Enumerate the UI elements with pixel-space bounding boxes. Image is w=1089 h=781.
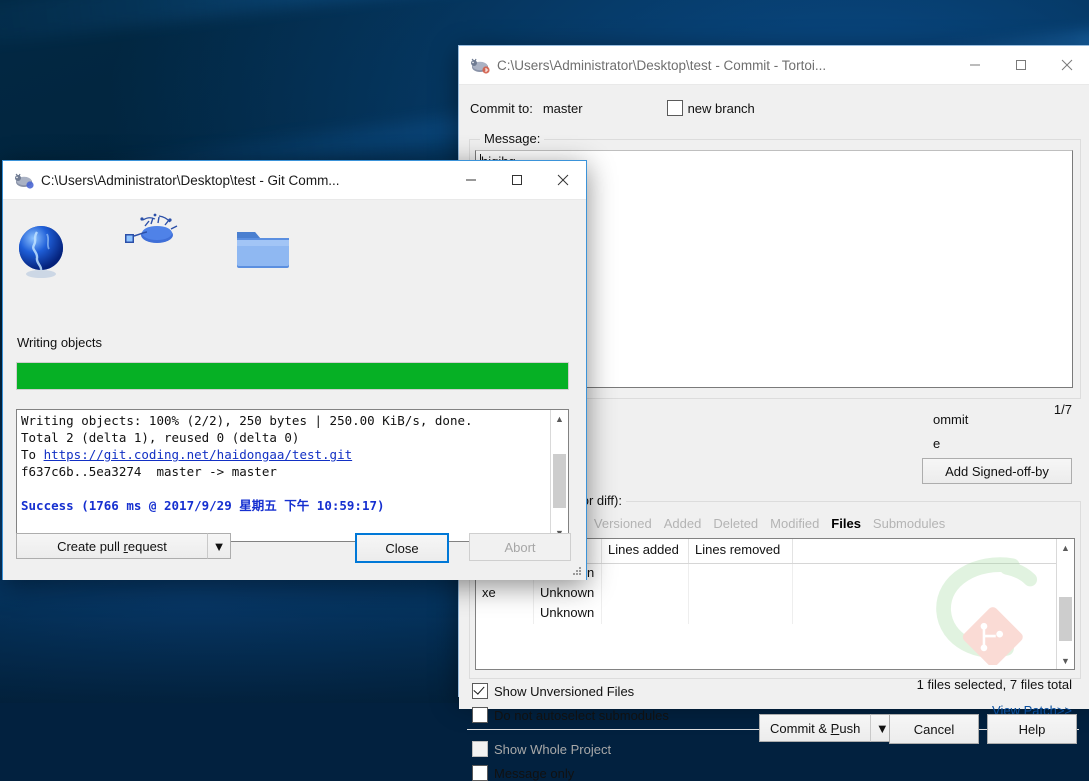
log-success-line: Success (1766 ms @ 2017/9/29 星期五 下午 10:5… [21, 498, 385, 513]
show-unversioned-files-checkbox[interactable]: Show Unversioned Files [472, 683, 634, 699]
scrollbar-thumb[interactable] [553, 454, 566, 508]
git-output-text: Writing objects: 100% (2/2), 250 bytes |… [17, 410, 568, 516]
create-pull-request-button[interactable]: Create pull request [16, 533, 207, 559]
tab-modified[interactable]: Modified [770, 516, 819, 531]
checkbox-box [472, 683, 488, 699]
close-icon[interactable] [1044, 46, 1089, 84]
show-whole-project-checkbox: Show Whole Project [472, 741, 611, 757]
progress-bar [16, 362, 569, 390]
progress-window-titlebar[interactable]: C:\Users\Administrator\Desktop\test - Gi… [3, 161, 586, 200]
tab-versioned[interactable]: Versioned [594, 516, 652, 531]
file-list-scrollbar[interactable]: ▲ ▼ [1056, 539, 1074, 669]
log-line-4: f637c6b..5ea3274 master -> master [21, 464, 277, 479]
table-row[interactable]: xe Unknown [476, 584, 1074, 604]
minimize-icon[interactable] [952, 46, 998, 84]
tab-deleted[interactable]: Deleted [713, 516, 758, 531]
message-group-label: Message: [480, 131, 545, 146]
progress-button-row: Create pull request ▼ Close Abort [3, 522, 586, 580]
cell-extension: xe [476, 584, 534, 604]
checkbox-box [666, 100, 683, 116]
cell-extension [476, 604, 534, 624]
globe-icon [19, 226, 63, 278]
scrollbar-thumb[interactable] [1059, 597, 1072, 641]
chevron-down-icon[interactable]: ▼ [207, 533, 231, 559]
close-icon[interactable] [540, 161, 586, 199]
scroll-up-icon[interactable]: ▲ [1057, 539, 1074, 556]
option-setdate-label: e [933, 435, 941, 451]
resize-grip-icon[interactable] [571, 565, 583, 577]
option-amend-label: ommit [933, 411, 969, 427]
commit-and-push-button[interactable]: Commit & Push [759, 714, 871, 742]
minimize-icon[interactable] [448, 161, 494, 199]
do-not-autoselect-submodules-label: Do not autoselect submodules [494, 707, 669, 723]
progress-status-text: Writing objects [17, 335, 103, 350]
commit-window-title: C:\Users\Administrator\Desktop\test - Co… [497, 57, 827, 73]
do-not-autoselect-submodules-checkbox[interactable]: Do not autoselect submodules [472, 707, 669, 723]
progress-window-body: Writing objects Writing objects: 100% (2… [3, 200, 586, 580]
network-transfer-icon [125, 213, 178, 243]
message-counter: 1/7 [1053, 402, 1072, 417]
checkbox-box [472, 707, 488, 723]
option-setdate[interactable]: e [927, 431, 968, 455]
commit-and-push-label: Commit & Push [770, 720, 861, 736]
log-line-3-prefix: To [21, 447, 44, 462]
create-pull-request-label: Create pull request [57, 538, 167, 554]
abort-button: Abort [469, 533, 571, 561]
checkbox-box [472, 765, 488, 781]
transfer-animation-row [3, 200, 586, 300]
commit-window-titlebar[interactable]: C:\Users\Administrator\Desktop\test - Co… [459, 46, 1089, 85]
scroll-down-icon[interactable]: ▼ [1057, 652, 1074, 669]
cell-lines-removed [689, 604, 793, 624]
tortoisegit-icon [469, 54, 491, 76]
cancel-button[interactable]: Cancel [889, 714, 979, 744]
help-button[interactable]: Help [987, 714, 1077, 744]
tab-submodules[interactable]: Submodules [873, 516, 945, 531]
commit-and-push-split-button[interactable]: Commit & Push ▼ [759, 714, 895, 742]
new-branch-checkbox[interactable]: new branch [666, 100, 755, 116]
cell-lines-removed [689, 564, 793, 584]
show-unversioned-files-label: Show Unversioned Files [494, 683, 635, 699]
progress-window-title: C:\Users\Administrator\Desktop\test - Gi… [41, 172, 340, 188]
tortoisegit-icon [13, 169, 35, 191]
tab-added[interactable]: Added [664, 516, 702, 531]
progress-bar-fill [17, 363, 568, 389]
checkbox-box [472, 741, 488, 757]
close-button[interactable]: Close [355, 533, 449, 563]
commit-to-label: Commit to: [470, 100, 533, 116]
git-command-progress-window[interactable]: C:\Users\Administrator\Desktop\test - Gi… [2, 160, 587, 580]
cell-lines-added [602, 584, 689, 604]
show-whole-project-label: Show Whole Project [494, 741, 612, 757]
log-line-2: Total 2 (delta 1), reused 0 (delta 0) [21, 430, 300, 445]
commit-to-row: Commit to: master new branch [470, 97, 1089, 119]
message-only-checkbox[interactable]: Message only [472, 765, 574, 781]
remote-url-link[interactable]: https://git.coding.net/haidongaa/test.gi… [44, 447, 353, 462]
new-branch-label: new branch [687, 100, 755, 116]
folder-icon [237, 232, 289, 268]
commit-to-branch[interactable]: master [543, 101, 583, 116]
message-only-label: Message only [494, 765, 575, 781]
maximize-icon[interactable] [494, 161, 540, 199]
cell-lines-added [602, 604, 689, 624]
cell-status: Unknown [534, 604, 602, 624]
cell-lines-removed [689, 584, 793, 604]
column-spacer [793, 539, 1074, 563]
tab-files[interactable]: Files [831, 516, 861, 531]
scroll-up-icon[interactable]: ▲ [551, 410, 568, 427]
log-line-1: Writing objects: 100% (2/2), 250 bytes |… [21, 413, 473, 428]
table-row[interactable]: Unknown [476, 604, 1074, 624]
add-signed-off-by-button[interactable]: Add Signed-off-by [922, 458, 1072, 484]
cell-status: Unknown [534, 584, 602, 604]
column-lines-added[interactable]: Lines added [602, 539, 689, 563]
option-amend[interactable]: ommit [927, 407, 968, 431]
column-lines-removed[interactable]: Lines removed [689, 539, 793, 563]
maximize-icon[interactable] [998, 46, 1044, 84]
files-status-text: 1 files selected, 7 files total [916, 677, 1072, 692]
cell-lines-added [602, 564, 689, 584]
create-pull-request-split-button[interactable]: Create pull request ▼ [16, 533, 231, 559]
commit-options: ommit e [927, 407, 968, 455]
